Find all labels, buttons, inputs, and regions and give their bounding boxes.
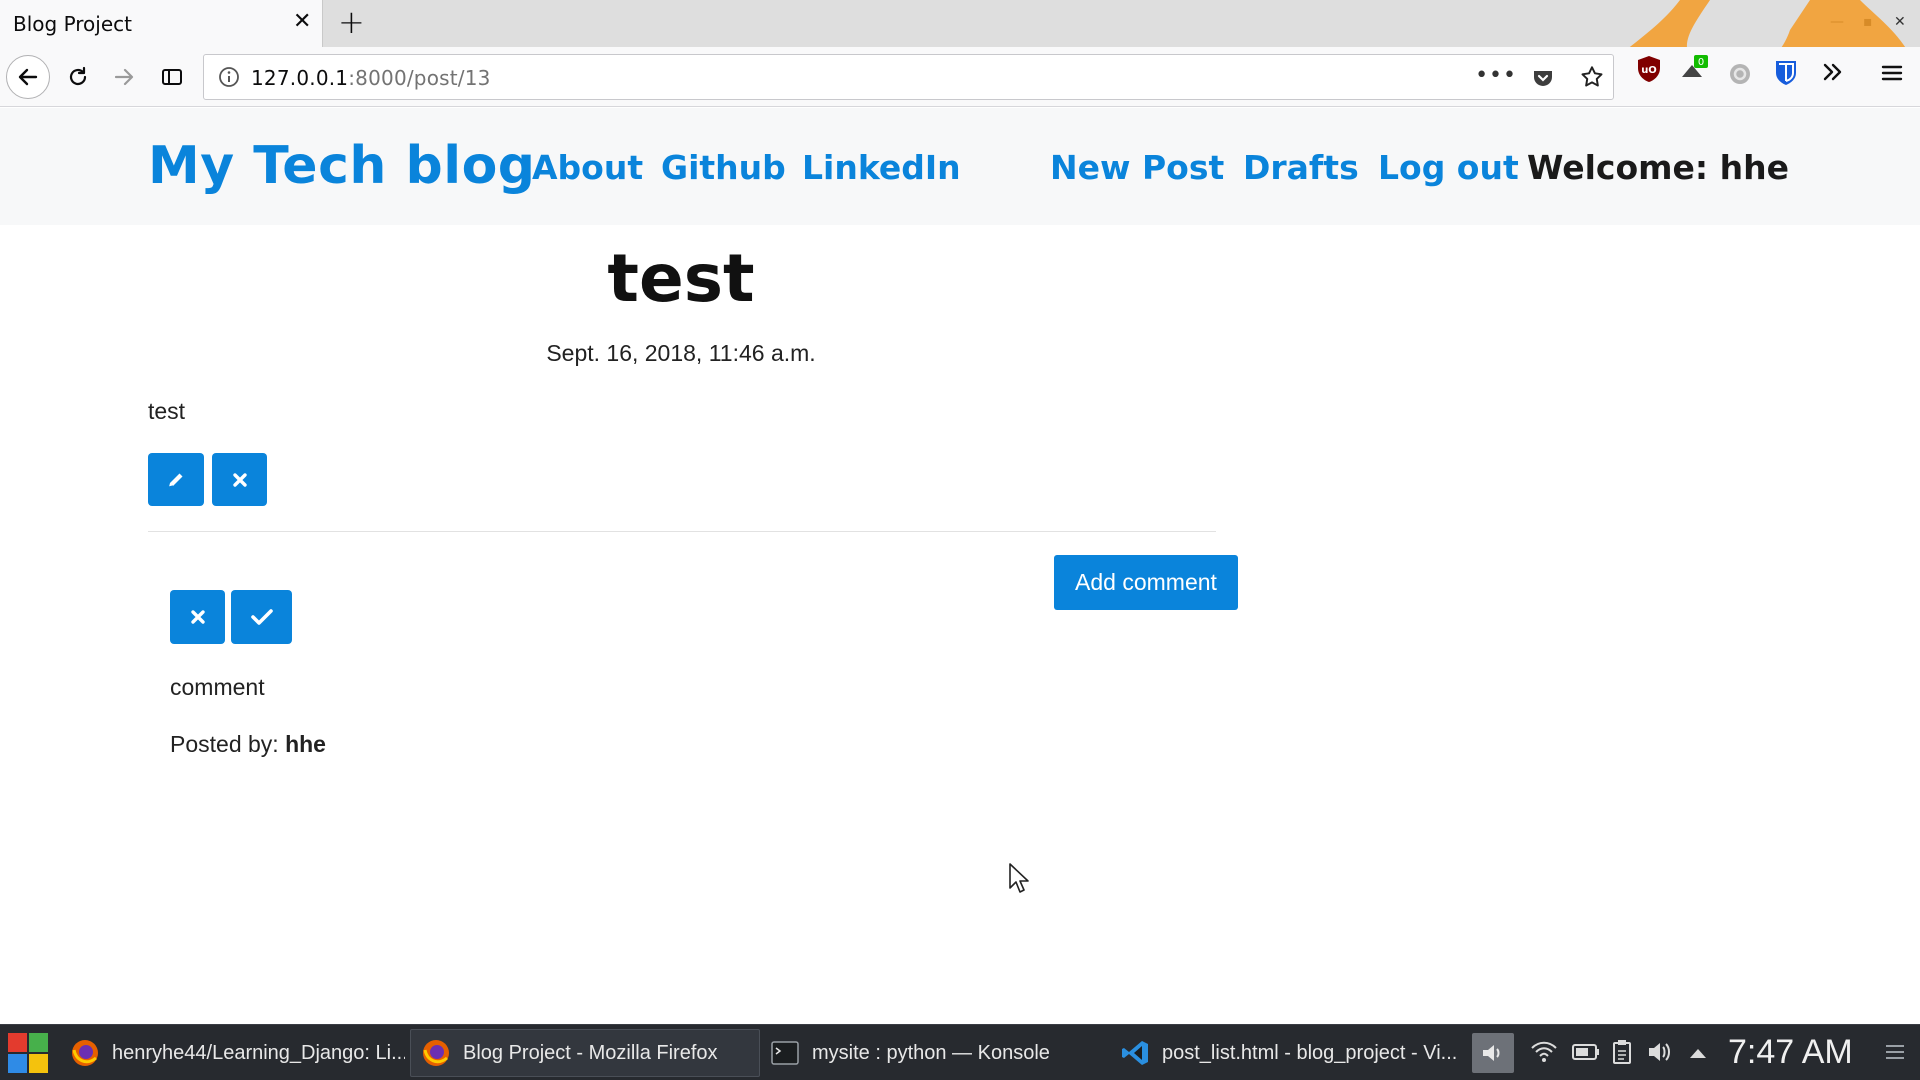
nav-about-link[interactable]: About <box>532 148 643 187</box>
comment-author: hhe <box>285 731 326 757</box>
url-host: 127.0.0.1 <box>251 66 349 90</box>
clock[interactable]: 7:47 AM <box>1728 1033 1853 1072</box>
close-window-icon[interactable]: ✕ <box>1894 15 1906 29</box>
ublock-icon[interactable]: uO <box>1636 55 1662 87</box>
minimize-icon[interactable]: — <box>1830 15 1844 29</box>
task-label: henryhe44/Learning_Django: Li... <box>112 1041 405 1064</box>
volume-highlight-icon[interactable] <box>1472 1033 1514 1073</box>
approve-comment-button[interactable] <box>231 590 292 644</box>
url-text[interactable]: 127.0.0.1:8000/post/13 <box>251 66 491 90</box>
task-label: mysite : python — Konsole <box>812 1041 1050 1064</box>
bookmark-star-icon[interactable] <box>1579 64 1605 94</box>
site-brand-link[interactable]: My Tech blog <box>148 136 536 196</box>
edit-post-button[interactable] <box>148 453 204 506</box>
firefox-icon <box>72 1040 98 1066</box>
back-icon[interactable] <box>6 55 50 99</box>
site-info-icon[interactable] <box>218 66 240 92</box>
clipboard-icon[interactable] <box>1612 1039 1632 1069</box>
pencil-icon <box>168 473 183 488</box>
delete-post-button[interactable] <box>212 453 267 506</box>
close-tab-icon[interactable]: ✕ <box>293 11 311 33</box>
wifi-icon[interactable] <box>1530 1039 1558 1069</box>
forward-icon[interactable] <box>102 55 146 99</box>
firefox-icon <box>423 1040 449 1066</box>
post-date: Sept. 16, 2018, 11:46 a.m. <box>546 340 816 366</box>
maximize-icon[interactable]: ▪ <box>1863 15 1873 29</box>
posted-by-label: Posted by: <box>170 731 279 757</box>
checkmark-icon <box>250 609 273 625</box>
taskbar-item-firefox-blog[interactable]: Blog Project - Mozilla Firefox <box>410 1029 760 1077</box>
close-icon <box>190 610 205 624</box>
nav-logout-link[interactable]: Log out <box>1378 148 1519 187</box>
reload-icon[interactable] <box>56 55 100 99</box>
extension-badge-icon[interactable]: 0 <box>1678 55 1712 89</box>
close-icon <box>232 472 247 487</box>
os-taskbar: henryhe44/Learning_Django: Li... Blog Pr… <box>0 1024 1920 1080</box>
url-path: :8000/post/13 <box>348 66 491 90</box>
overflow-chevrons-icon[interactable] <box>1820 59 1846 89</box>
taskbar-item-konsole[interactable]: mysite : python — Konsole <box>760 1029 1090 1077</box>
taskbar-item-firefox-github[interactable]: henryhe44/Learning_Django: Li... <box>60 1029 405 1077</box>
nav-github-link[interactable]: Github <box>661 148 786 187</box>
menu-hamburger-icon[interactable] <box>1880 61 1904 89</box>
url-bar[interactable]: 127.0.0.1:8000/post/13 ••• <box>203 54 1614 100</box>
add-comment-button[interactable]: Add comment <box>1054 555 1238 610</box>
site-header: My Tech blog About Github LinkedIn New P… <box>0 108 1920 225</box>
nav-new-post-link[interactable]: New Post <box>1050 148 1224 187</box>
task-label: post_list.html - blog_project - Vi... <box>1162 1041 1458 1064</box>
browser-tab-bar: Blog Project ✕ + — ▪ ✕ <box>0 0 1920 47</box>
svg-text:0: 0 <box>1698 57 1704 68</box>
speaker-icon[interactable] <box>1646 1039 1674 1069</box>
pocket-icon[interactable] <box>1531 66 1555 94</box>
tray-expand-icon[interactable] <box>1688 1045 1708 1064</box>
taskbar-menu-icon[interactable] <box>1884 1041 1906 1067</box>
comment-author-line: Posted by: hhe <box>170 731 326 758</box>
browser-nav-bar: 127.0.0.1:8000/post/13 ••• uO 0 <box>0 47 1920 107</box>
vscode-icon <box>1122 1041 1148 1065</box>
task-label: Blog Project - Mozilla Firefox <box>463 1041 718 1064</box>
welcome-text: Welcome: hhe <box>1527 148 1789 187</box>
post-title: test <box>607 240 755 317</box>
remove-comment-button[interactable] <box>170 590 225 644</box>
grey-circle-extension-icon[interactable] <box>1728 62 1752 90</box>
mouse-cursor-icon <box>1009 863 1029 893</box>
battery-icon[interactable] <box>1572 1042 1600 1066</box>
taskbar-item-vscode[interactable]: post_list.html - blog_project - Vi... <box>1110 1029 1460 1077</box>
svg-text:uO: uO <box>1641 65 1657 76</box>
nav-drafts-link[interactable]: Drafts <box>1243 148 1359 187</box>
tab-title: Blog Project <box>13 12 132 36</box>
terminal-icon <box>771 1041 799 1065</box>
post-body: test <box>148 398 186 424</box>
bitwarden-icon[interactable] <box>1774 59 1798 91</box>
comment-text: comment <box>170 674 265 700</box>
page-actions-icon[interactable]: ••• <box>1475 63 1517 88</box>
browser-tab[interactable]: Blog Project ✕ <box>0 0 323 47</box>
start-menu-icon[interactable] <box>6 1031 50 1075</box>
divider <box>148 531 1216 532</box>
new-tab-icon[interactable]: + <box>338 6 365 38</box>
nav-linkedin-link[interactable]: LinkedIn <box>802 148 961 187</box>
sidebar-toggle-icon[interactable] <box>150 55 194 99</box>
